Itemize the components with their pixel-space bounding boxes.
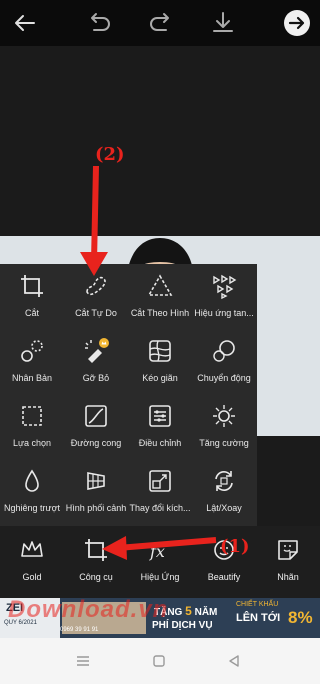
clone-icon (18, 337, 46, 365)
nav-label: Công cụ (79, 572, 113, 582)
tool-flip-rotate[interactable]: Lật/Xoay (192, 459, 256, 524)
tool-dispersion[interactable]: Hiệu ứng tan... (192, 264, 256, 329)
tool-label: Đường cong (70, 438, 122, 448)
annotation-step-2: (2) (95, 144, 125, 165)
tool-remove[interactable]: Gỡ Bỏ (64, 329, 128, 394)
ad-phone: 0969 39 91 91 (60, 627, 99, 633)
menu-icon[interactable] (76, 654, 90, 666)
tool-label: Nghiêng trượt (4, 503, 60, 513)
redo-icon[interactable] (144, 6, 178, 40)
tool-tilt-shift[interactable]: Nghiêng trượt (0, 459, 64, 524)
tool-label: Hình phối cảnh (65, 503, 127, 513)
tool-label: Lựa chọn (12, 438, 52, 448)
crop-icon (18, 272, 46, 300)
bottom-navigation: Gold Công cụ fx Hiệu Ứng Beautify Nhãn (0, 526, 320, 598)
freecrop-icon (82, 272, 110, 300)
tool-label: Gỡ Bỏ (82, 373, 110, 383)
tool-label: Thay đổi kích... (129, 503, 191, 513)
sticker-icon (274, 536, 302, 564)
nav-effects[interactable]: fx Hiệu Ứng (128, 526, 192, 598)
nav-label: Gold (22, 572, 42, 582)
remove-icon (82, 337, 110, 365)
ad-discount-number: 8% (288, 608, 313, 627)
stretch-icon (146, 337, 174, 365)
svg-text:fx: fx (149, 542, 165, 561)
tool-enhance[interactable]: Tăng cường (192, 394, 256, 459)
back-icon[interactable] (228, 654, 240, 667)
tools-panel: Cắt Cắt Tự Do Cắt Theo Hình Hiệu ứng tan… (0, 264, 257, 526)
tool-label: Cắt Theo Hình (130, 308, 190, 318)
motion-icon (210, 337, 238, 365)
tool-label: Hiệu ứng tan... (194, 308, 254, 318)
adjust-icon (146, 402, 174, 430)
tool-label: Chuyển động (197, 373, 251, 383)
tool-motion[interactable]: Chuyển động (192, 329, 256, 394)
tool-perspective[interactable]: Hình phối cảnh (64, 459, 128, 524)
tool-adjust[interactable]: Điều chỉnh (128, 394, 192, 459)
tool-shape-crop[interactable]: Cắt Theo Hình (128, 264, 192, 329)
tool-label: Nhân Bản (11, 373, 53, 383)
tool-label: Kéo giãn (142, 373, 178, 383)
back-arrow-icon[interactable] (8, 6, 42, 40)
tool-label: Cắt (24, 308, 39, 318)
nav-tools[interactable]: Công cụ (64, 526, 128, 598)
nav-stickers[interactable]: Nhãn (256, 526, 320, 598)
dispersion-icon (210, 272, 238, 300)
tool-label: Cắt Tự Do (75, 308, 117, 318)
tiltshift-icon (18, 467, 46, 495)
curves-icon (82, 402, 110, 430)
resize-icon (146, 467, 174, 495)
ad-line1-num: 5 (185, 604, 192, 618)
tool-label: Lật/Xoay (206, 503, 242, 513)
ad-banner[interactable]: ZEI QUY 6/2021 0969 39 91 91 TẶNG 5 NĂM … (0, 598, 320, 638)
top-toolbar (0, 0, 320, 46)
tool-selection[interactable]: Lựa chọn (0, 394, 64, 459)
tool-label: Điều chỉnh (138, 438, 182, 448)
home-icon[interactable] (153, 654, 165, 667)
crown-icon (18, 536, 46, 564)
tool-label: Tăng cường (199, 438, 249, 448)
tool-resize[interactable]: Thay đổi kích... (128, 459, 192, 524)
download-icon[interactable] (206, 6, 240, 40)
ad-line1-b: NĂM (194, 607, 218, 618)
nav-label: Hiệu Ứng (140, 572, 180, 582)
tool-stretch[interactable]: Kéo giãn (128, 329, 192, 394)
crop-icon (82, 536, 110, 564)
system-navigation-bar (0, 638, 320, 684)
annotation-step-1: (1) (220, 536, 250, 557)
nav-label: Beautify (207, 572, 241, 582)
shapecrop-icon (146, 272, 174, 300)
tool-free-crop[interactable]: Cắt Tự Do (64, 264, 128, 329)
undo-icon[interactable] (82, 6, 116, 40)
tool-crop[interactable]: Cắt (0, 264, 64, 329)
enhance-icon (210, 402, 238, 430)
next-icon[interactable] (280, 6, 314, 40)
nav-label: Nhãn (277, 572, 299, 582)
ad-discount-main: LÊN TỚI (236, 612, 281, 624)
ad-discount-top: CHIẾT KHẤU (236, 601, 279, 608)
tool-clone[interactable]: Nhân Bản (0, 329, 64, 394)
perspective-icon (82, 467, 110, 495)
tool-curves[interactable]: Đường cong (64, 394, 128, 459)
fliprotate-icon (210, 467, 238, 495)
selection-icon (18, 402, 46, 430)
fx-icon: fx (146, 536, 174, 564)
watermark: Download.vn (8, 598, 169, 623)
nav-gold[interactable]: Gold (0, 526, 64, 598)
